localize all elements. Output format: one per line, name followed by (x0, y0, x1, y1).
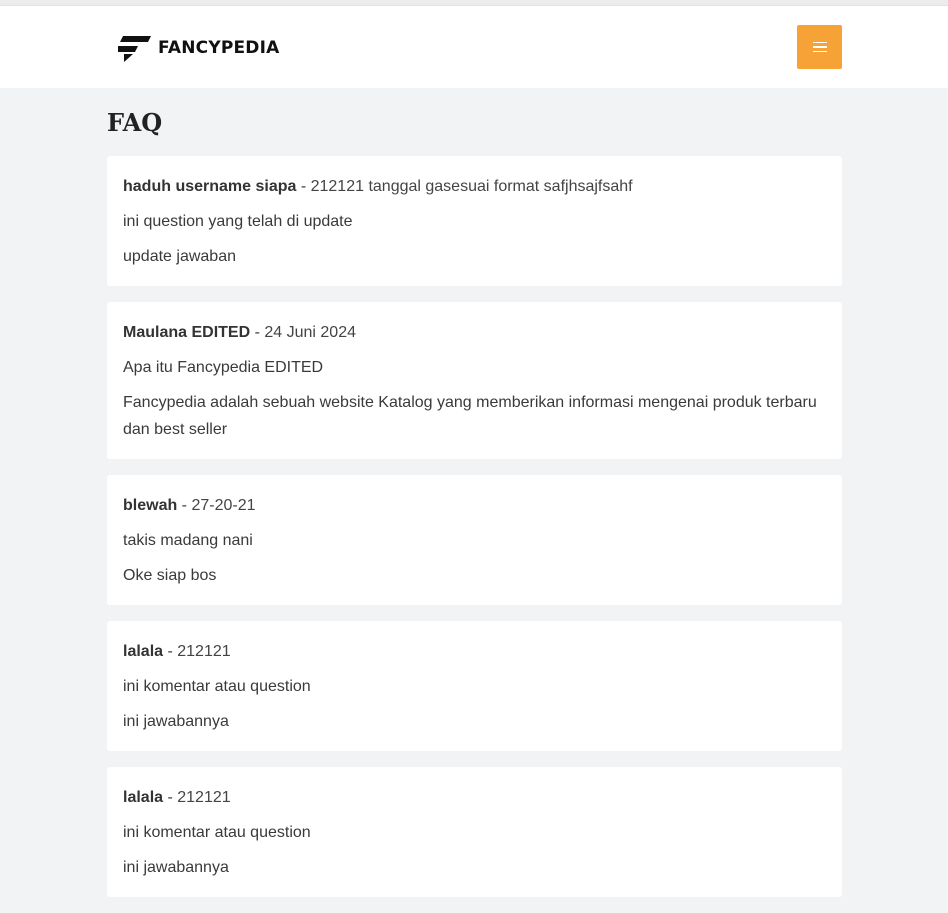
hamburger-menu-button[interactable] (797, 25, 842, 69)
faq-card: haduh username siapa - 212121 tanggal ga… (107, 156, 842, 286)
faq-answer: ini jawabannya (123, 859, 229, 876)
faq-question: ini komentar atau question (123, 824, 311, 841)
logo[interactable]: FANCYPEDIA (118, 34, 280, 62)
faq-date: 24 Juni 2024 (264, 324, 356, 341)
faq-card: Maulana EDITED - 24 Juni 2024 Apa itu Fa… (107, 302, 842, 459)
faq-author: Maulana EDITED (123, 324, 251, 341)
faq-meta: blewah - 27-20-21 (123, 497, 256, 514)
faq-author: haduh username siapa (123, 178, 297, 195)
menu-icon-line (812, 42, 827, 44)
faq-meta: lalala - 212121 (123, 789, 231, 806)
faq-date: 212121 (177, 789, 231, 806)
faq-author: blewah (123, 497, 178, 514)
faq-author: lalala (123, 643, 164, 660)
faq-answer: Fancypedia adalah sebuah website Katalog… (123, 394, 817, 438)
faq-meta: lalala - 212121 (123, 643, 231, 660)
site-header: FANCYPEDIA (0, 6, 948, 88)
page-title: FAQ (107, 108, 163, 137)
faq-question: Apa itu Fancypedia EDITED (123, 359, 324, 376)
faq-question: takis madang nani (123, 532, 253, 549)
menu-icon-line (812, 46, 827, 48)
faq-answer: update jawaban (123, 248, 236, 265)
faq-author: lalala (123, 789, 164, 806)
faq-meta: haduh username siapa - 212121 tanggal ga… (123, 178, 633, 195)
faq-question: ini komentar atau question (123, 678, 311, 695)
faq-answer: ini jawabannya (123, 713, 229, 730)
logo-text: FANCYPEDIA (158, 38, 280, 58)
faq-question: ini question yang telah di update (123, 213, 353, 230)
faq-card: blewah - 27-20-21 takis madang nani Oke … (107, 475, 842, 605)
menu-icon-line (812, 50, 827, 52)
faq-section: FAQ haduh username siapa - 212121 tangga… (107, 88, 842, 913)
faq-answer: Oke siap bos (123, 567, 217, 584)
fancypedia-logo-icon (118, 36, 151, 62)
faq-date: 27-20-21 (191, 497, 256, 514)
faq-date: 212121 (177, 643, 231, 660)
faq-card: lalala - 212121 ini komentar atau questi… (107, 767, 842, 897)
faq-meta: Maulana EDITED - 24 Juni 2024 (123, 324, 356, 341)
faq-card: lalala - 212121 ini komentar atau questi… (107, 621, 842, 751)
faq-date: 212121 tanggal gasesuai format safjhsajf… (310, 178, 633, 195)
